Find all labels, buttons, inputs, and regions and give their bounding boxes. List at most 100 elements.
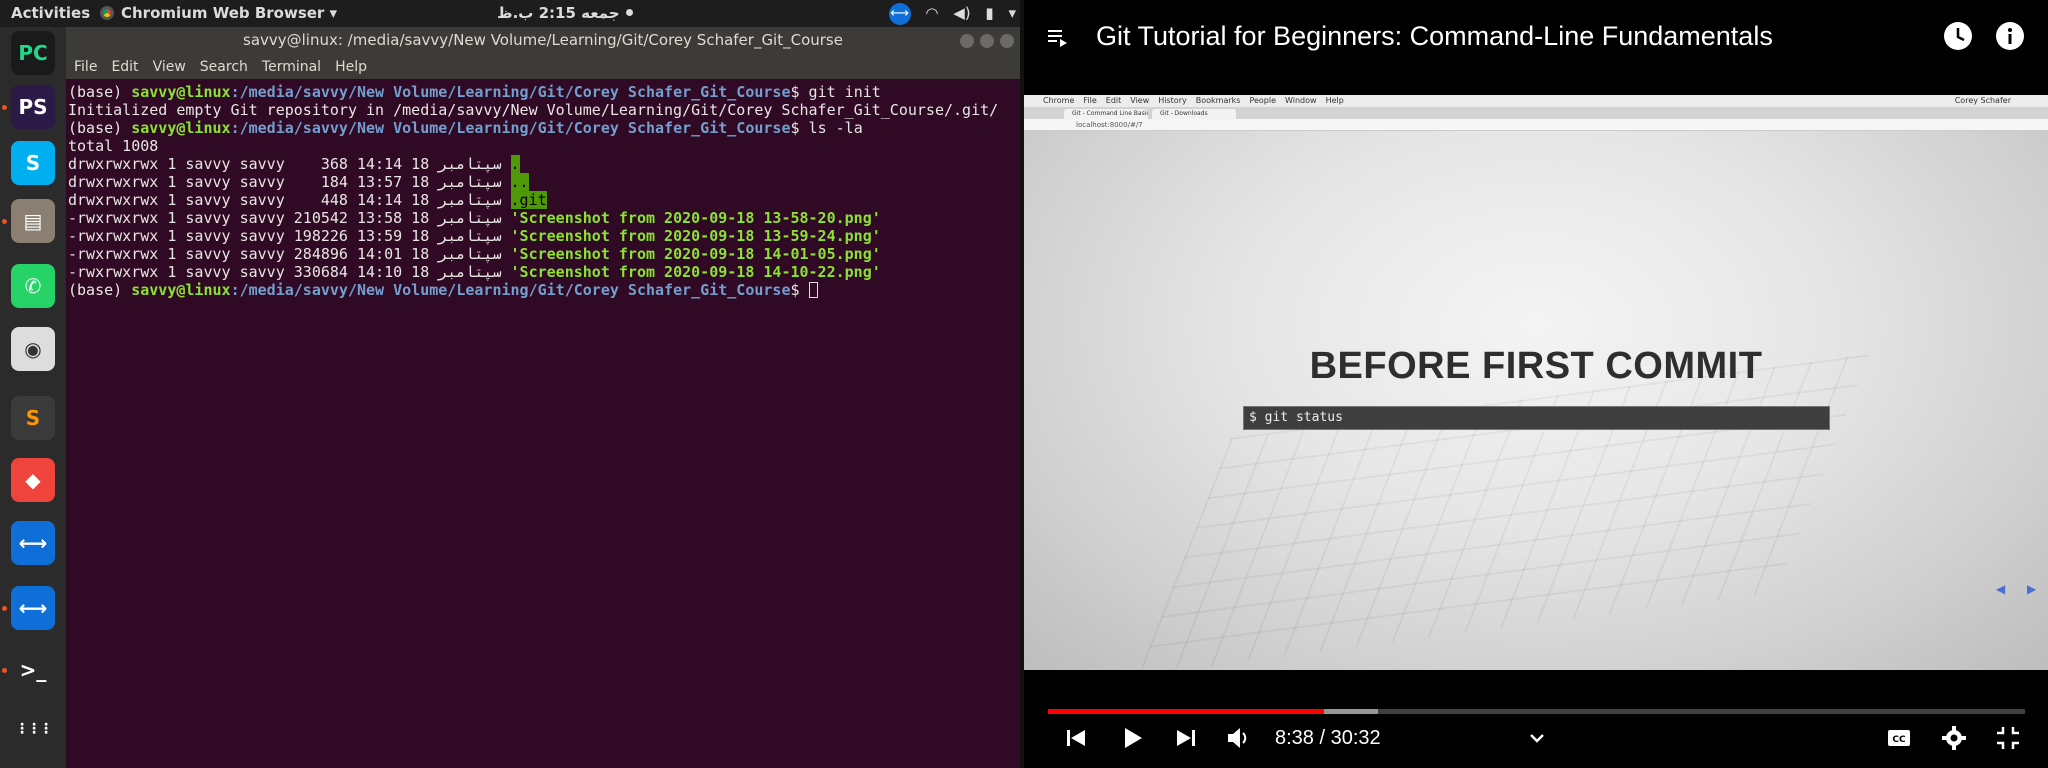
wifi-icon: ◠: [925, 4, 939, 22]
ls-meta: -rwxrwxrwx 1 savvy savvy 210542 سپتامبر …: [68, 209, 511, 227]
ls-dir-line: drwxrwxrwx 1 savvy savvy 368 سپتامبر 18 …: [68, 155, 1018, 173]
volume-icon: ◀): [953, 4, 971, 22]
prompt-user: savvy@linux: [131, 83, 231, 101]
browser-tab: Git - Command Line Basic: [1064, 109, 1148, 119]
volume-icon[interactable]: [1224, 724, 1252, 752]
dock: PC PS S ▤ ✆ ◉ S ◆ ⟷ ⟷ >_ ⋮⋮⋮: [0, 27, 66, 768]
terminal-line: (base) savvy@linux:/media/savvy/New Volu…: [68, 119, 1018, 137]
phpstorm-icon[interactable]: PS: [11, 85, 55, 129]
running-indicator: [2, 606, 7, 611]
mac-menu-item: Bookmarks: [1195, 96, 1241, 105]
ls-meta: -rwxrwxrwx 1 savvy savvy 330684 سپتامبر …: [68, 263, 511, 281]
ls-file-name: 'Screenshot from 2020-09-18 14-10-22.png…: [510, 263, 881, 281]
play-icon[interactable]: [1118, 724, 1146, 752]
skype-icon[interactable]: S: [11, 141, 55, 185]
show-apps-icon[interactable]: ⋮⋮⋮: [11, 714, 55, 758]
chevron-down-icon[interactable]: [1523, 724, 1551, 752]
anydesk-icon[interactable]: ◆: [11, 458, 55, 502]
prompt-path: :/media/savvy/New Volume/Learning/Git/Co…: [230, 119, 791, 137]
maximize-icon[interactable]: [980, 34, 994, 48]
prompt-base: (base): [68, 83, 132, 101]
terminal-menu-help[interactable]: Help: [335, 59, 367, 75]
ls-meta: drwxrwxrwx 1 savvy savvy 368 سپتامبر 18 …: [68, 155, 511, 173]
ls-meta: drwxrwxrwx 1 savvy savvy 448 سپتامبر 18 …: [68, 191, 511, 209]
notification-dot: [625, 9, 633, 16]
slide-prev-icon: ◀: [1996, 582, 2006, 596]
terminal-menu-search[interactable]: Search: [200, 59, 248, 75]
video-title[interactable]: Git Tutorial for Beginners: Command-Line…: [1096, 18, 1773, 54]
terminal-menubar: File Edit View Search Terminal Help: [66, 54, 1020, 80]
time-display: 8:38 / 30:32: [1275, 727, 1381, 750]
captions-icon[interactable]: CC: [1885, 724, 1913, 752]
clock[interactable]: جمعه 2:15 ب.ظ: [497, 0, 633, 27]
exit-fullscreen-icon[interactable]: [1994, 724, 2022, 752]
command-text: $ git init: [790, 83, 881, 101]
files-icon[interactable]: ▤: [11, 199, 55, 243]
ls-dir-name: ..: [510, 173, 529, 191]
previous-icon[interactable]: [1062, 724, 1090, 752]
ls-file-name: 'Screenshot from 2020-09-18 13-58-20.png…: [510, 209, 881, 227]
teamviewer-tray-icon[interactable]: ⟷: [888, 2, 911, 25]
terminal-window[interactable]: savvy@linux: /media/savvy/New Volume/Lea…: [66, 27, 1020, 768]
playlist-icon[interactable]: [1046, 26, 1070, 50]
slide-code-block: $ git status: [1243, 406, 1830, 430]
prompt-user: savvy@linux: [131, 119, 231, 137]
ls-file-name: 'Screenshot from 2020-09-18 14-01-05.png…: [510, 245, 881, 263]
video-frame[interactable]: Chrome File Edit View History Bookmarks People…: [1024, 95, 2048, 670]
watch-later-icon[interactable]: [1942, 20, 1974, 52]
clock-label: جمعه 2:15 ب.ظ: [497, 4, 620, 22]
terminal-line: Initialized empty Git repository in /med…: [68, 101, 999, 119]
slide-title: BEFORE FIRST COMMIT: [1309, 345, 1763, 387]
player-header: Git Tutorial for Beginners: Command-Line…: [1024, 0, 2048, 72]
progress-played: [1048, 709, 1325, 714]
command-text: $ ls -la: [790, 119, 863, 137]
ls-file-name: 'Screenshot from 2020-09-18 13-59-24.png…: [510, 227, 881, 245]
system-tray[interactable]: ⟷ ◠ ◀) ▮ ▾: [879, 0, 1016, 27]
close-icon[interactable]: [1000, 34, 1014, 48]
prompt-path: :/media/savvy/New Volume/Learning/Git/Co…: [230, 83, 791, 101]
camera-icon[interactable]: ◉: [11, 327, 55, 371]
mac-menu-item: File: [1083, 96, 1097, 105]
ls-meta: drwxrwxrwx 1 savvy savvy 184 سپتامبر 18 …: [68, 173, 511, 191]
prompt-path: :/media/savvy/New Volume/Learning/Git/Co…: [230, 281, 791, 299]
browser-tabs: Git - Command Line Basic Git - Downloads: [1024, 107, 2048, 119]
mac-menubar: Chrome File Edit View History Bookmarks People…: [1024, 95, 2048, 107]
terminal-menu-view[interactable]: View: [153, 59, 186, 75]
battery-icon: ▮: [985, 4, 994, 22]
pycharm-icon[interactable]: PC: [11, 31, 55, 75]
app-menu[interactable]: Chromium Web Browser ▾: [100, 0, 337, 27]
terminal-menu-terminal[interactable]: Terminal: [262, 59, 321, 75]
ls-meta: -rwxrwxrwx 1 savvy savvy 284896 سپتامبر …: [68, 245, 511, 263]
youtube-player[interactable]: Git Tutorial for Beginners: Command-Line…: [1024, 0, 2048, 768]
ls-dir-name: .git: [510, 191, 547, 209]
mac-menu-item: Window: [1285, 96, 1317, 105]
info-icon[interactable]: [1994, 20, 2026, 52]
activities-button[interactable]: Activities: [11, 0, 90, 27]
terminal-menu-edit[interactable]: Edit: [111, 59, 138, 75]
progress-bar[interactable]: [1048, 709, 2025, 714]
terminal-menu-file[interactable]: File: [74, 59, 97, 75]
mac-menu-item: View: [1130, 96, 1150, 105]
teamviewer-icon[interactable]: ⟷: [11, 521, 55, 565]
settings-gear-icon[interactable]: [1940, 724, 1968, 752]
ls-file-line: -rwxrwxrwx 1 savvy savvy 210542 سپتامبر …: [68, 209, 1018, 227]
terminal-line: (base) savvy@linux:/media/savvy/New Volu…: [68, 281, 1018, 299]
whatsapp-icon[interactable]: ✆: [11, 264, 55, 308]
sublime-icon[interactable]: S: [11, 396, 55, 440]
browser-tab: Git - Downloads: [1152, 109, 1236, 119]
terminal-titlebar[interactable]: savvy@linux: /media/savvy/New Volume/Lea…: [66, 27, 1020, 54]
next-icon[interactable]: [1172, 724, 1200, 752]
teamviewer-2-icon[interactable]: ⟷: [11, 586, 55, 630]
ls-file-line: -rwxrwxrwx 1 savvy savvy 330684 سپتامبر …: [68, 263, 1018, 281]
mac-menu-item: History: [1158, 96, 1187, 105]
minimize-icon[interactable]: [960, 34, 974, 48]
keyboard-background: [1138, 354, 1870, 670]
ls-meta: -rwxrwxrwx 1 savvy savvy 198226 سپتامبر …: [68, 227, 511, 245]
terminal-title: savvy@linux: /media/savvy/New Volume/Lea…: [243, 31, 843, 49]
terminal-output[interactable]: (base) savvy@linux:/media/savvy/New Volu…: [66, 80, 1020, 302]
prompt-base: (base): [68, 281, 132, 299]
running-indicator: [2, 105, 7, 110]
system-menu-arrow[interactable]: ▾: [1008, 0, 1016, 27]
time-separator: /: [1313, 727, 1331, 749]
terminal-icon[interactable]: >_: [11, 648, 55, 692]
